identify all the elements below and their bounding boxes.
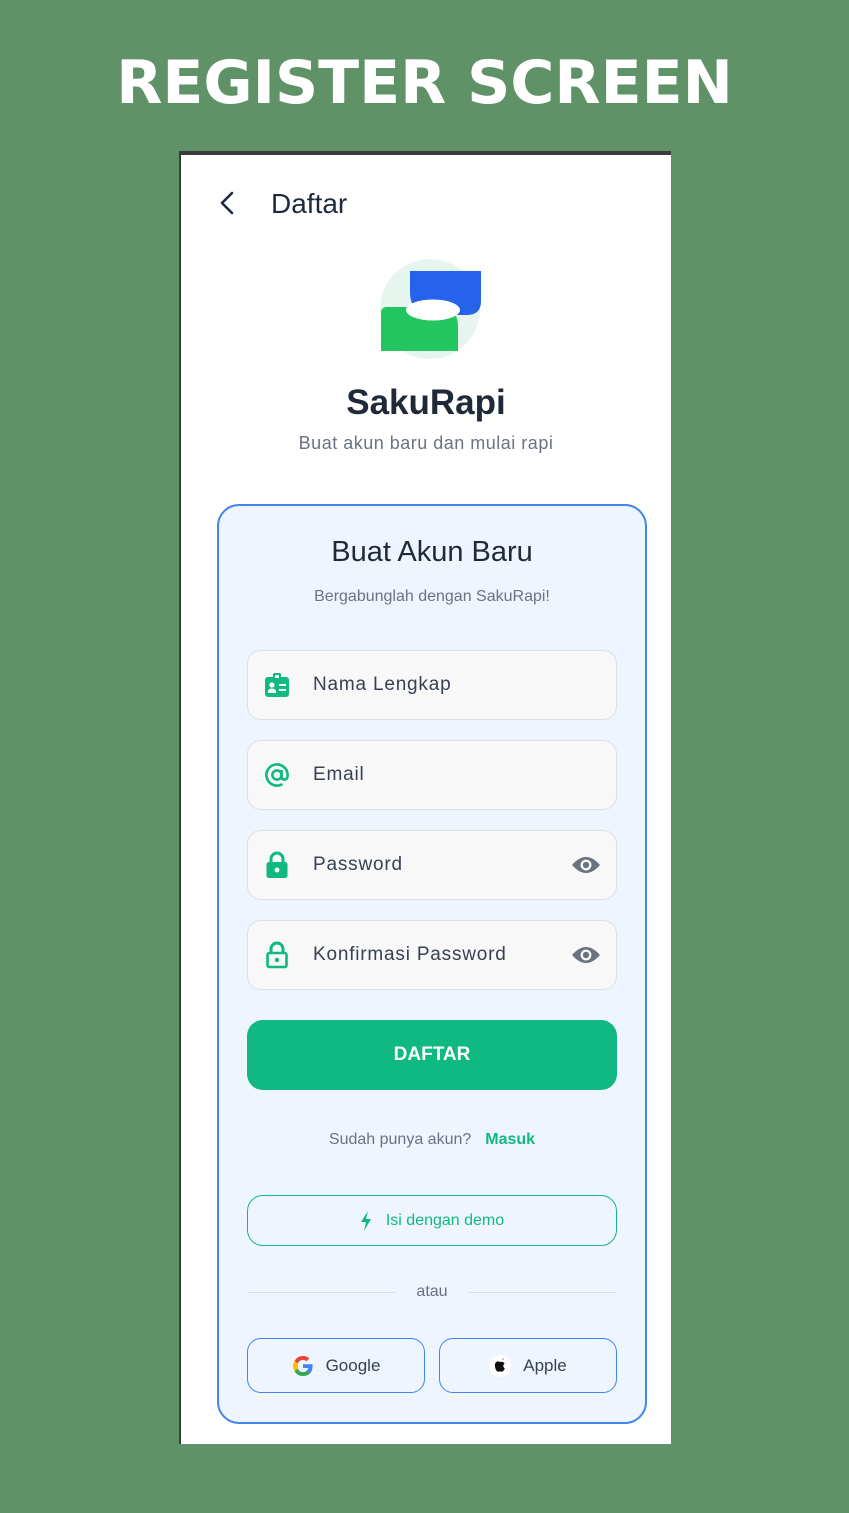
demo-fill-label: Isi dengan demo — [385, 1211, 505, 1229]
password-field[interactable]: Password — [247, 830, 617, 900]
apple-icon — [489, 1354, 512, 1377]
google-icon — [292, 1355, 314, 1377]
google-label: Google — [325, 1355, 381, 1375]
login-prompt-row: Sudah punya akun? Masuk — [219, 1131, 645, 1149]
form-title: Buat Akun Baru — [331, 536, 533, 568]
demo-fill-button[interactable]: Isi dengan demo — [247, 1195, 617, 1246]
confirm-password-placeholder: Konfirmasi Password — [313, 944, 507, 965]
email-field[interactable]: Email — [247, 740, 617, 810]
brand-name: SakuRapi — [346, 383, 506, 422]
confirm-password-field[interactable]: Konfirmasi Password — [247, 920, 617, 990]
sakurapi-logo-icon — [380, 257, 484, 361]
email-placeholder: Email — [313, 764, 365, 785]
full-name-field[interactable]: Nama Lengkap — [247, 650, 617, 720]
brand-tagline: Buat akun baru dan mulai rapi — [298, 433, 554, 453]
login-link[interactable]: Masuk — [485, 1131, 535, 1148]
register-card: Buat Akun Baru Bergabunglah dengan SakuR… — [217, 504, 647, 1424]
app-bar: Daftar — [181, 155, 671, 255]
banner-title: REGISTER SCREEN — [116, 48, 733, 118]
apple-label: Apple — [523, 1355, 567, 1375]
back-button[interactable] — [211, 187, 243, 223]
at-sign-icon — [262, 760, 292, 790]
chevron-left-icon — [219, 190, 235, 221]
eye-icon[interactable] — [570, 850, 602, 880]
id-badge-icon — [262, 670, 292, 700]
login-prompt-text: Sudah punya akun? — [328, 1131, 472, 1148]
eye-icon[interactable] — [570, 940, 602, 970]
divider-line-right — [469, 1292, 617, 1293]
google-signin-button[interactable]: Google — [247, 1338, 425, 1393]
form-subtitle: Bergabunglah dengan SakuRapi! — [314, 588, 550, 605]
register-button[interactable]: DAFTAR — [247, 1020, 617, 1090]
phone-screen: Daftar SakuRapi Buat akun baru dan mulai… — [179, 151, 671, 1444]
password-placeholder: Password — [313, 854, 403, 875]
lock-outline-icon — [262, 940, 292, 970]
lightning-icon — [360, 1210, 372, 1231]
full-name-placeholder: Nama Lengkap — [313, 674, 452, 695]
or-divider: atau — [247, 1283, 617, 1303]
apple-signin-button[interactable]: Apple — [439, 1338, 617, 1393]
appbar-title: Daftar — [271, 188, 348, 219]
lock-icon — [262, 850, 292, 880]
